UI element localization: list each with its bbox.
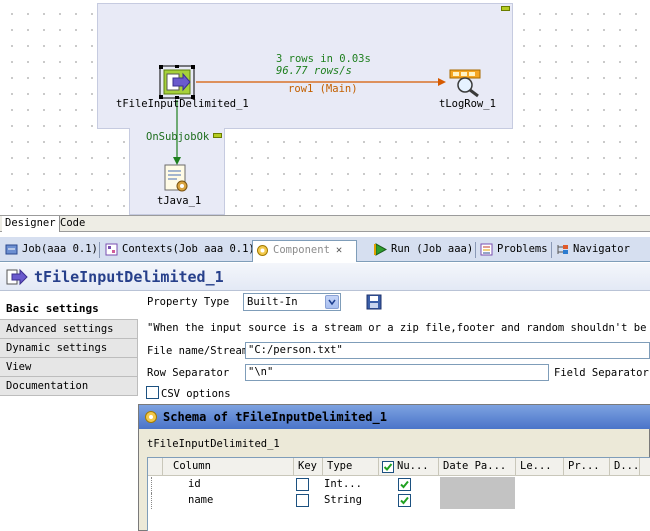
problems-icon [480, 243, 493, 256]
java-component[interactable] [163, 164, 191, 194]
file-input-arrow-icon [6, 268, 28, 286]
tab-run[interactable]: Run (Job aaa) [371, 240, 473, 261]
java-script-icon [164, 164, 188, 192]
col-header-column[interactable]: Column [163, 458, 294, 476]
row-handle [151, 477, 152, 493]
tab-component[interactable]: Component ✕ [252, 240, 357, 262]
row-separator-label: Row Separator [147, 367, 230, 379]
cell-column[interactable]: id [188, 477, 288, 493]
info-text: "When the input source is a stream or a … [147, 322, 650, 334]
cell-date-pattern [440, 493, 515, 509]
editor-tab-bar: Designer Code [0, 215, 650, 232]
property-type-label: Property Type [147, 296, 230, 308]
flow-stats-rows: 3 rows in 0.03s [276, 53, 371, 65]
link-layer [173, 78, 446, 165]
navigator-icon [557, 245, 568, 254]
node-label-log: tLogRow_1 [439, 98, 496, 110]
chevron-down-icon[interactable] [325, 295, 339, 309]
schema-subtitle: tFileInputDelimited_1 [147, 438, 280, 450]
contexts-icon [105, 243, 118, 256]
col-header-nullable[interactable]: Nu... [379, 458, 439, 476]
property-type-value: Built-In [247, 296, 298, 308]
component-title: tFileInputDelimited_1 [34, 268, 224, 286]
checkmark-icon [400, 480, 409, 489]
cell-type[interactable]: String [324, 493, 374, 509]
file-name-field[interactable]: "C:/person.txt" [245, 342, 650, 359]
tab-job-label: Job(aaa 0.1) [22, 243, 98, 255]
nullable-checkbox[interactable] [398, 494, 411, 507]
tab-contexts[interactable]: Contexts(Job aaa 0.1) [102, 240, 255, 261]
schema-table: Column Key Type Nu... Date Pa... Le... P… [147, 457, 650, 531]
settings-tab-view[interactable]: View [0, 358, 138, 377]
schema-dialog: Schema of tFileInputDelimited_1 tFileInp… [138, 404, 650, 531]
run-icon [374, 243, 387, 256]
col-header-precision[interactable]: Pr... [564, 458, 610, 476]
tab-code[interactable]: Code [57, 216, 88, 232]
file-name-label: File name/Stream [147, 345, 249, 357]
component-header: tFileInputDelimited_1 [0, 263, 650, 291]
designer-canvas[interactable]: tFileInputDelimited_1 tLogRow_1 tJava_1 … [0, 0, 650, 215]
schema-table-header: Column Key Type Nu... Date Pa... Le... P… [148, 458, 650, 476]
csv-options-label: CSV options [161, 388, 231, 400]
row-link-arrow-icon [438, 78, 446, 86]
schema-dialog-title: Schema of tFileInputDelimited_1 [163, 410, 387, 424]
tab-problems-label: Problems [497, 243, 548, 255]
key-checkbox[interactable] [296, 494, 309, 507]
view-tab-bar: Job(aaa 0.1) Contexts(Job aaa 0.1) Compo… [0, 237, 650, 262]
row-handle [151, 493, 152, 509]
file-input-arrow-icon [159, 65, 195, 99]
checkmark-icon [400, 496, 409, 505]
log-magnifier-icon [449, 69, 481, 98]
key-checkbox[interactable] [296, 478, 309, 491]
node-label-java: tJava_1 [157, 195, 202, 207]
col-header-length[interactable]: Le... [516, 458, 564, 476]
job-icon [5, 244, 18, 255]
tab-designer[interactable]: Designer [2, 216, 60, 232]
schema-dialog-titlebar[interactable]: Schema of tFileInputDelimited_1 [139, 405, 650, 429]
cell-date-pattern [440, 477, 515, 493]
settings-tab-list: Basic settings Advanced settings Dynamic… [0, 292, 138, 531]
cell-column[interactable]: name [188, 493, 288, 509]
tab-run-label: Run (Job aaa) [391, 243, 474, 255]
row-separator-field[interactable]: "\n" [245, 364, 549, 381]
settings-tab-dynamic[interactable]: Dynamic settings [0, 339, 138, 358]
node-label-input: tFileInputDelimited_1 [116, 98, 249, 110]
col-header-type[interactable]: Type [323, 458, 379, 476]
tab-navigator-label: Navigator [573, 243, 630, 255]
col-header-default[interactable]: D... [610, 458, 640, 476]
csv-options-checkbox[interactable] [146, 386, 159, 399]
row-link-label[interactable]: row1 (Main) [288, 83, 358, 95]
flow-stats-rate: 96.77 rows/s [276, 65, 352, 77]
save-icon[interactable] [366, 294, 382, 310]
tab-separator [475, 242, 476, 258]
tab-navigator[interactable]: Navigator [553, 240, 630, 261]
field-separator-label: Field Separator [554, 367, 649, 379]
tab-component-label: Component [273, 244, 330, 256]
col-header-nullable-label: Nu... [397, 460, 429, 472]
tab-problems[interactable]: Problems [477, 240, 548, 261]
settings-tab-advanced[interactable]: Advanced settings [0, 320, 138, 339]
col-header-date-pattern[interactable]: Date Pa... [439, 458, 516, 476]
table-row[interactable]: id Int... [148, 477, 650, 493]
row-handle-header [148, 458, 163, 476]
log-row-component[interactable] [449, 68, 483, 98]
col-header-key[interactable]: Key [294, 458, 323, 476]
tab-contexts-label: Contexts(Job aaa 0.1) [122, 243, 255, 255]
property-type-select[interactable]: Built-In [243, 293, 341, 311]
nullable-checkbox[interactable] [398, 478, 411, 491]
table-row[interactable]: name String [148, 493, 650, 509]
cell-type[interactable]: Int... [324, 477, 374, 493]
settings-tab-basic[interactable]: Basic settings [0, 300, 138, 320]
tab-separator [551, 242, 552, 258]
close-icon[interactable]: ✕ [336, 241, 342, 260]
component-icon [145, 411, 157, 423]
settings-tab-documentation[interactable]: Documentation [0, 377, 138, 396]
tab-separator [99, 242, 100, 258]
checkmark-icon [382, 461, 394, 473]
trigger-link-label[interactable]: OnSubjobOk [146, 131, 209, 143]
file-input-component[interactable] [159, 65, 195, 99]
tab-job[interactable]: Job(aaa 0.1) [2, 240, 98, 261]
component-icon [257, 245, 268, 256]
